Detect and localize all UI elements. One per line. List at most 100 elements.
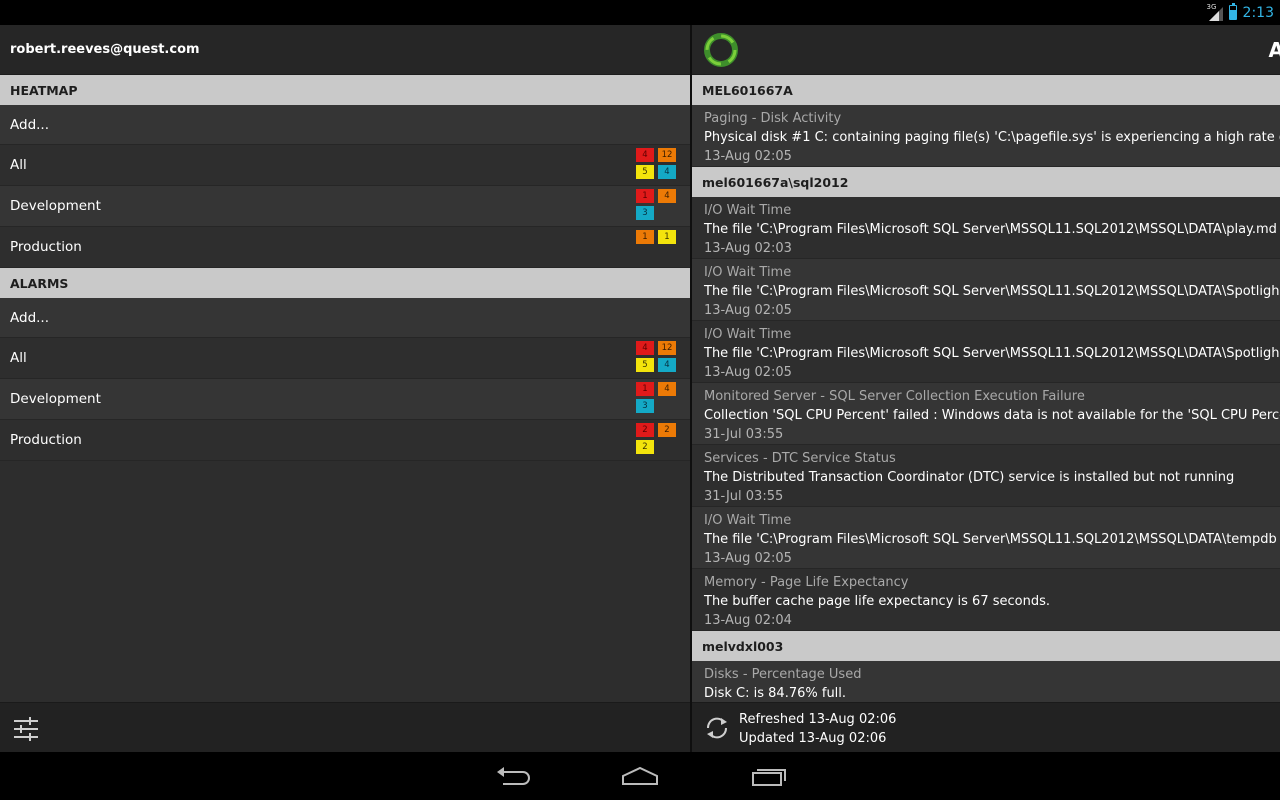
alarm-timestamp: 13-Aug 02:04: [704, 613, 792, 628]
severity-badge-orange: 12: [658, 148, 676, 162]
server-header: mel601667a\sql2012: [692, 167, 1280, 197]
alarm-title: Paging - Disk Activity: [704, 111, 842, 126]
alarms-list: All 4 12 5 4 Development 1 4 3 Production 2 2 2: [0, 338, 690, 461]
heatmap-item-all[interactable]: All 4 12 5 4: [0, 145, 690, 186]
heatmap-item-development[interactable]: Development 1 4 3: [0, 186, 690, 227]
severity-badge-red: 1: [636, 382, 654, 396]
recent-apps-icon[interactable]: [749, 764, 789, 790]
severity-badge-yellow: 5: [636, 165, 654, 179]
heatmap-item-label: All: [10, 157, 27, 173]
alarm-item[interactable]: I/O Wait Time The file 'C:\Program Files\…: [692, 507, 1280, 569]
alarm-detail: The file 'C:\Program Files\Microsoft SQL…: [704, 222, 1277, 237]
severity-badge-orange: 12: [658, 341, 676, 355]
alarm-item[interactable]: Services - DTC Service Status The Distrib…: [692, 445, 1280, 507]
severity-badges: 4 12 5 4: [636, 148, 678, 179]
alarm-detail-pane: A MEL601667A Paging - Disk Activity Physic…: [692, 25, 1280, 752]
alarm-title: Memory - Page Life Expectancy: [704, 575, 909, 590]
home-icon[interactable]: [620, 764, 660, 790]
navigation-pane: robert.reeves@quest.com HEATMAP Add... A…: [0, 25, 690, 752]
severity-badge-red: 1: [636, 189, 654, 203]
alarms-item-label: All: [10, 350, 27, 366]
severity-badges: 143: [636, 189, 678, 220]
refresh-icon[interactable]: [704, 715, 730, 741]
alarm-title: Services - DTC Service Status: [704, 451, 896, 466]
settings-sliders-icon[interactable]: [12, 715, 40, 743]
severity-badge-teal: 4: [658, 358, 676, 372]
severity-badge-yellow: 2: [636, 440, 654, 454]
app-logo-icon[interactable]: [702, 31, 740, 69]
alarms-item-label: Development: [10, 391, 101, 407]
severity-badge-yellow: 5: [636, 358, 654, 372]
alarm-timestamp: 13-Aug 02:05: [704, 303, 792, 318]
severity-badge-teal: 3: [636, 399, 654, 413]
account-email[interactable]: robert.reeves@quest.com: [0, 25, 690, 75]
heatmap-header: HEATMAP: [0, 75, 690, 105]
left-footer: [0, 702, 690, 752]
alarm-item[interactable]: I/O Wait Time The file 'C:\Program Files\…: [692, 259, 1280, 321]
alarm-timestamp: 13-Aug 02:05: [704, 365, 792, 380]
alarm-item[interactable]: Paging - Disk Activity Physical disk #1 C…: [692, 105, 1280, 167]
severity-badge-orange: 4: [658, 189, 676, 203]
severity-badges: 11: [636, 230, 678, 244]
alarm-detail: Disk C: is 84.76% full.: [704, 686, 847, 701]
alarm-detail: The file 'C:\Program Files\Microsoft SQL…: [704, 346, 1280, 361]
heatmap-item-label: Development: [10, 198, 101, 214]
server-header: MEL601667A: [692, 75, 1280, 105]
alarms-add-button[interactable]: Add...: [0, 298, 690, 338]
alarm-item[interactable]: I/O Wait Time The file 'C:\Program Files\…: [692, 321, 1280, 383]
severity-badges: 143: [636, 382, 678, 413]
alarms-item-all[interactable]: All 4 12 5 4: [0, 338, 690, 379]
alarm-title: I/O Wait Time: [704, 513, 792, 528]
alarm-title: I/O Wait Time: [704, 203, 792, 218]
alarm-timestamp: 13-Aug 02:03: [704, 241, 792, 256]
severity-badge-orange: 4: [658, 382, 676, 396]
alarm-title: Disks - Percentage Used: [704, 667, 862, 682]
alarm-detail: Physical disk #1 C: containing paging fi…: [704, 130, 1280, 145]
severity-badge-teal: 4: [658, 165, 676, 179]
severity-badge-red: 4: [636, 148, 654, 162]
alarm-detail: The file 'C:\Program Files\Microsoft SQL…: [704, 284, 1280, 299]
severity-badge-red: 2: [636, 423, 654, 437]
alarm-item[interactable]: I/O Wait Time The file 'C:\Program Files\…: [692, 197, 1280, 259]
heatmap-add-button[interactable]: Add...: [0, 105, 690, 145]
alarms-item-label: Production: [10, 432, 82, 448]
heatmap-item-production[interactable]: Production 1 1: [0, 227, 690, 268]
action-bar: A: [692, 25, 1280, 75]
battery-icon: [1228, 3, 1237, 20]
alarms-item-development[interactable]: Development 1 4 3: [0, 379, 690, 420]
refreshed-timestamp: Refreshed 13-Aug 02:06: [739, 712, 897, 727]
pane-title: A: [1268, 38, 1280, 62]
severity-badge-orange: 2: [658, 423, 676, 437]
alarm-timestamp: 13-Aug 02:05: [704, 551, 792, 566]
alarm-timestamp: 31-Jul 03:55: [704, 427, 784, 442]
severity-badge-red: 4: [636, 341, 654, 355]
heatmap-item-label: Production: [10, 239, 82, 255]
severity-badges: 4 12 5 4: [636, 341, 678, 372]
alarm-item[interactable]: Monitored Server - SQL Server Collection…: [692, 383, 1280, 445]
alarms-header: ALARMS: [0, 268, 690, 298]
alarms-item-production[interactable]: Production 2 2 2: [0, 420, 690, 461]
heatmap-list: All 4 12 5 4 Development 1 4 3 Production 1 1: [0, 145, 690, 268]
back-icon[interactable]: [493, 764, 533, 790]
system-nav-bar: [0, 752, 1280, 800]
status-bar: 3G 2:13: [0, 0, 1280, 25]
alarm-timestamp: 13-Aug 02:05: [704, 149, 792, 164]
clock: 2:13: [1242, 4, 1274, 21]
alarm-title: I/O Wait Time: [704, 265, 792, 280]
alarm-detail: The buffer cache page life expectancy is…: [704, 594, 1050, 609]
refresh-footer: Refreshed 13-Aug 02:06 Updated 13-Aug 02…: [692, 702, 1280, 752]
alarm-detail: Collection 'SQL CPU Percent' failed : Wi…: [704, 408, 1280, 423]
alarm-item[interactable]: Memory - Page Life Expectancy The buffer …: [692, 569, 1280, 631]
alarm-title: Monitored Server - SQL Server Collection…: [704, 389, 1085, 404]
cell-signal-icon: 3G: [1207, 3, 1223, 21]
severity-badge-orange: 1: [636, 230, 654, 244]
server-header: melvdxl003: [692, 631, 1280, 661]
alarm-title: I/O Wait Time: [704, 327, 792, 342]
severity-badge-yellow: 1: [658, 230, 676, 244]
updated-timestamp: Updated 13-Aug 02:06: [739, 731, 887, 746]
alarm-detail: The file 'C:\Program Files\Microsoft SQL…: [704, 532, 1277, 547]
alarm-detail: The Distributed Transaction Coordinator …: [704, 470, 1235, 485]
severity-badges: 222: [636, 423, 678, 454]
severity-badge-teal: 3: [636, 206, 654, 220]
alarm-list[interactable]: MEL601667A Paging - Disk Activity Physical…: [692, 75, 1280, 723]
